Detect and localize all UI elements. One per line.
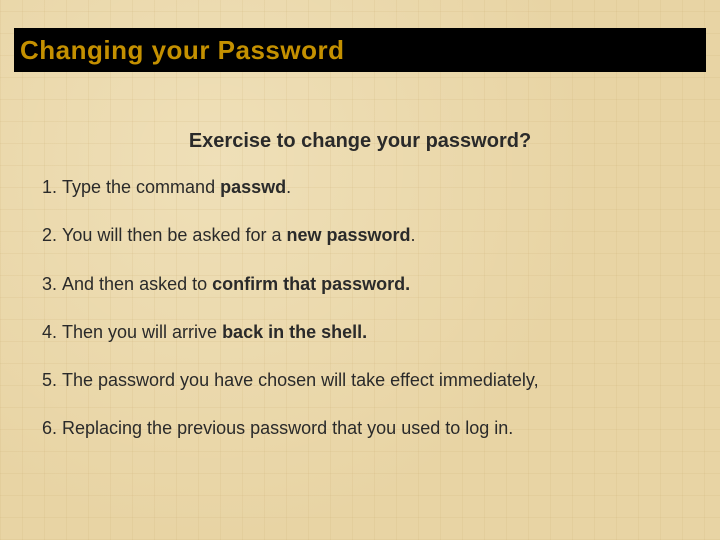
list-item: You will then be asked for a new passwor… — [62, 223, 682, 247]
list-item: And then asked to confirm that password. — [62, 272, 682, 296]
step-text-pre: Type the command — [62, 177, 220, 197]
step-text-bold: passwd — [220, 177, 286, 197]
list-item: The password you have chosen will take e… — [62, 368, 682, 392]
slide-title: Changing your Password — [20, 35, 345, 66]
step-text-pre: The password you have chosen will take e… — [62, 370, 539, 390]
step-text-post: . — [411, 225, 416, 245]
step-text-pre: Replacing the previous password that you… — [62, 418, 513, 438]
step-text-bold: new password — [286, 225, 410, 245]
step-text-bold: back in the shell. — [222, 322, 367, 342]
steps-list: Type the command passwd. You will then b… — [26, 175, 682, 465]
list-item: Replacing the previous password that you… — [62, 416, 682, 440]
step-text-pre: You will then be asked for a — [62, 225, 286, 245]
step-text-bold: confirm that password. — [212, 274, 410, 294]
title-bar: Changing your Password — [14, 28, 706, 72]
list-item: Then you will arrive back in the shell. — [62, 320, 682, 344]
step-text-post: . — [286, 177, 291, 197]
slide-subtitle: Exercise to change your password? — [0, 130, 720, 153]
list-item: Type the command passwd. — [62, 175, 682, 199]
step-text-pre: And then asked to — [62, 274, 212, 294]
step-text-pre: Then you will arrive — [62, 322, 222, 342]
